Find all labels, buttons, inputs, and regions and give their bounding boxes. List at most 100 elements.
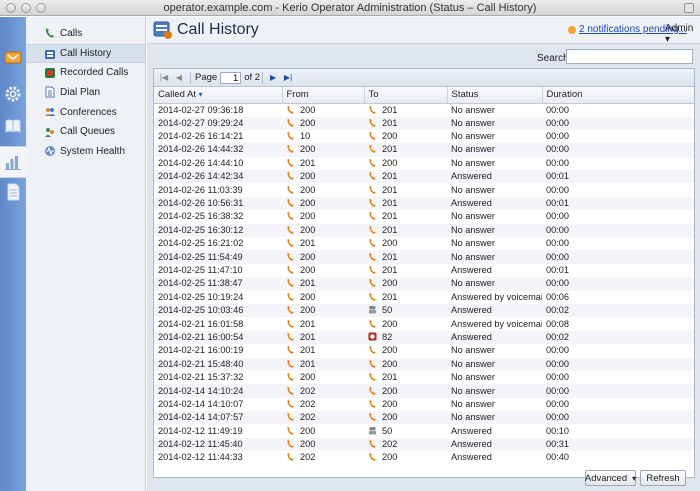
status-cell: No answer [447,116,542,130]
table-row[interactable]: 2014-02-25 16:21:02 201 200 No answer 00:00 [154,237,694,250]
called-at-cell: 2014-02-25 16:30:12 [154,223,282,238]
window-fullscreen-button[interactable] [684,3,694,13]
sidebar-item-call-queues[interactable]: Call Queues [26,122,145,142]
column-header-to[interactable]: To [364,87,448,104]
sidebar-item-dial-plan[interactable]: Dial Plan [26,83,145,103]
from-cell: 201 [282,344,364,357]
duration-cell: 00:10 [546,425,569,436]
window-zoom-button[interactable] [36,3,46,13]
status-cell: No answer [451,131,495,142]
duration-cell: 00:00 [546,211,569,222]
last-page-icon[interactable]: ▶| [282,72,294,84]
table-row[interactable]: 2014-02-12 11:49:19 200 50 Answered 00:10 [154,424,694,437]
table-row[interactable]: 2014-02-12 11:44:33 202 200 Answered 00:40 [154,451,694,464]
column-header-status[interactable]: Status [447,87,543,104]
column-header-called-at[interactable]: Called At ▾ [154,87,283,104]
table-row[interactable]: 2014-02-25 16:30:12 200 201 No answer 00:00 [154,223,694,238]
page-title: Call History [177,21,259,38]
page-number-input[interactable] [220,71,242,84]
duration-cell: 00:00 [542,384,694,398]
table-row[interactable]: 2014-02-21 16:00:19 201 200 No answer 00:00 [154,344,694,357]
sidebar-item-system-health[interactable]: System Health [26,142,145,162]
to-cell: 200 [364,157,447,170]
duration-cell: 00:02 [542,303,694,318]
sidebar-item-calls[interactable]: Calls [26,24,145,44]
refresh-button[interactable]: Refresh [640,470,686,486]
sidebar-item-conferences[interactable]: Conferences [26,103,145,123]
table-row[interactable]: 2014-02-21 15:48:40 201 200 No answer 00:00 [154,357,694,371]
table-row[interactable]: 2014-02-12 11:45:40 200 202 Answered 00:31 [154,437,694,452]
to-cell: 201 [364,250,447,264]
table-row[interactable]: 2014-02-14 14:10:07 202 200 No answer 00:00 [154,398,694,411]
user-menu[interactable]: Admin ▾ [665,23,700,45]
called-at-cell: 2014-02-26 11:03:39 [158,184,243,195]
book-icon[interactable] [2,115,24,137]
phone-icon [368,252,382,262]
document-icon[interactable] [2,181,24,203]
phone-icon [286,225,300,235]
column-header-duration[interactable]: Duration [542,87,694,104]
table-row[interactable]: 2014-02-26 10:56:31 200 201 Answered 00:01 [154,196,694,211]
from-cell: 200 [282,264,364,277]
table-row[interactable]: 2014-02-26 14:44:32 200 201 No answer 00:00 [154,143,694,157]
window-close-button[interactable] [6,3,16,13]
table-row[interactable]: 2014-02-21 16:01:58 201 200 Answered by voi… [154,317,694,330]
page-header: Call History 2 notifications pending... … [147,17,700,45]
table-row[interactable]: 2014-02-14 14:07:57 202 200 No answer 00:00 [154,411,694,425]
phone-icon [368,211,382,221]
recording-icon [43,66,56,79]
to-cell: 200 [364,384,447,398]
phone-icon [286,144,300,154]
to-cell: 200 [364,411,447,425]
window-minimize-button[interactable] [21,3,31,13]
table-row[interactable]: 2014-02-21 16:00:54 201 82 Answered 00:02 [154,330,694,345]
status-cell: Answered by voicemail [451,318,542,329]
phone-icon [286,399,300,409]
table-row[interactable]: 2014-02-25 10:19:24 200 201 Answered by voi… [154,291,694,304]
called-at-cell: 2014-02-25 11:38:47 [154,277,282,291]
table-row[interactable]: 2014-02-26 16:14:21 10 200 No answer 00:00 [154,130,694,143]
column-header-from[interactable]: From [282,87,365,104]
advanced-button[interactable]: Advanced ▾ [585,470,636,486]
table-row[interactable]: 2014-02-25 11:47:10 200 201 Answered 00:01 [154,264,694,277]
first-page-icon[interactable]: |◀ [158,72,170,84]
table-row[interactable]: 2014-02-25 16:38:32 200 201 No answer 00:00 [154,210,694,223]
table-row[interactable]: 2014-02-25 10:03:46 200 50 Answered 00:02 [154,303,694,318]
duration-cell: 00:00 [542,116,694,130]
sidebar-item-recorded-calls[interactable]: Recorded Calls [26,63,145,83]
phone-icon [368,345,382,355]
from-cell: 202 [282,411,364,425]
sidebar-item-call-history[interactable]: Call History [26,43,145,64]
table-row[interactable]: 2014-02-26 14:44:10 201 200 No answer 00:00 [154,157,694,170]
phone-icon [368,144,382,154]
table-row[interactable]: 2014-02-27 09:36:18 200 201 No answer 00:00 [154,103,694,117]
page-label: Page [195,72,218,83]
status-icon[interactable] [2,46,24,68]
table-row[interactable]: 2014-02-21 15:37:32 200 201 No answer 00:00 [154,371,694,384]
table-row[interactable]: 2014-02-27 09:29:24 200 201 No answer 00:00 [154,116,694,130]
phone-icon [368,171,382,181]
to-cell: 50 [364,424,447,437]
prev-page-icon[interactable]: ◀ [173,72,185,84]
called-at-cell: 2014-02-21 15:48:40 [154,357,282,371]
bar-chart-icon[interactable] [0,146,26,178]
phone-icon [43,27,56,40]
status-cell: No answer [451,211,495,222]
phone-icon [368,452,382,462]
next-page-icon[interactable]: ▶ [267,72,279,84]
table-row[interactable]: 2014-02-26 11:03:39 200 201 No answer 00:00 [154,183,694,196]
search-input[interactable] [566,49,693,64]
phone-icon [368,185,382,195]
phone-icon [286,118,300,128]
status-cell: No answer [447,384,542,398]
phone-icon [368,399,382,409]
called-at-cell: 2014-02-12 11:44:33 [158,452,243,463]
queue-icon [43,125,56,138]
settings-gear-icon[interactable] [2,83,24,105]
table-row[interactable]: 2014-02-14 14:10:24 202 200 No answer 00:00 [154,384,694,398]
table-row[interactable]: 2014-02-26 14:42:34 200 201 Answered 00:01 [154,170,694,184]
table-row[interactable]: 2014-02-25 11:38:47 201 200 No answer 00:00 [154,277,694,291]
sidebar-item-label: Call Queues [60,126,116,138]
phone-icon [286,385,300,396]
table-row[interactable]: 2014-02-25 11:54:49 200 201 No answer 00:00 [154,250,694,264]
